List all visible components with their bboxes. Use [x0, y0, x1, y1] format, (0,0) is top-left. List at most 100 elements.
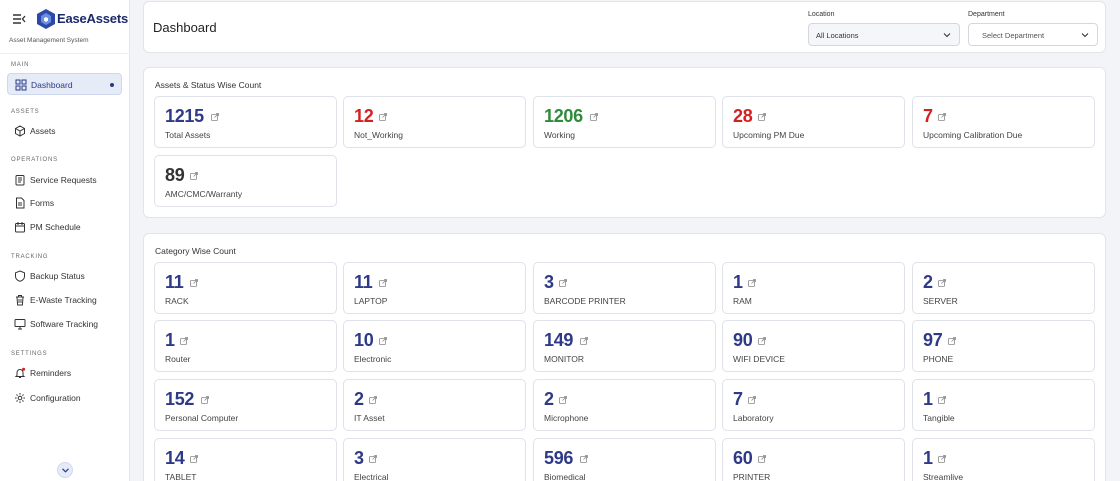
- grid-icon: [15, 79, 27, 91]
- external-link-icon[interactable]: [758, 455, 767, 463]
- external-link-icon[interactable]: [579, 337, 588, 345]
- sidebar-item-backup-status[interactable]: Backup Status: [7, 265, 122, 287]
- section-title-settings: SETTINGS: [11, 351, 48, 357]
- count-card-tangible[interactable]: 1 Tangible: [912, 379, 1095, 431]
- count-card-rack[interactable]: 11 RACK: [154, 262, 337, 314]
- sidebar-item-assets[interactable]: Assets: [7, 120, 122, 142]
- count-card-not-working[interactable]: 12 Not_Working: [343, 96, 526, 148]
- count-label: Microphone: [544, 413, 589, 423]
- external-link-icon[interactable]: [938, 279, 947, 287]
- sidebar-collapse-icon[interactable]: [12, 13, 26, 25]
- count-card-personal-computer[interactable]: 152 Personal Computer: [154, 379, 337, 431]
- cube-icon: [15, 125, 25, 137]
- count-card-upcoming-pm-due[interactable]: 28 Upcoming PM Due: [722, 96, 905, 148]
- count-card-upcoming-calibration-due[interactable]: 7 Upcoming Calibration Due: [912, 96, 1095, 148]
- count-value: 89: [165, 165, 185, 185]
- external-link-icon[interactable]: [210, 113, 219, 121]
- location-select[interactable]: All Locations: [808, 23, 960, 46]
- sidebar-item-software-tracking[interactable]: Software Tracking: [7, 313, 122, 335]
- external-link-icon[interactable]: [559, 279, 568, 287]
- count-card-ram[interactable]: 1 RAM: [722, 262, 905, 314]
- count-label: PHONE: [923, 354, 954, 364]
- sidebar-item-service-requests[interactable]: Service Requests: [7, 169, 122, 191]
- count-label: AMC/CMC/Warranty: [165, 189, 243, 199]
- count-value: 596: [544, 448, 574, 468]
- count-card-it-asset[interactable]: 2 IT Asset: [343, 379, 526, 431]
- count-value: 1206: [544, 106, 583, 126]
- count-card-printer[interactable]: 60 PRINTER: [722, 438, 905, 481]
- page-title: Dashboard: [153, 20, 217, 35]
- count-label: Not_Working: [354, 130, 403, 140]
- external-link-icon[interactable]: [200, 396, 209, 404]
- count-card-microphone[interactable]: 2 Microphone: [533, 379, 716, 431]
- count-value: 12: [354, 106, 374, 126]
- external-link-icon[interactable]: [948, 337, 957, 345]
- sidebar-item-reminders[interactable]: Reminders: [7, 362, 122, 384]
- external-link-icon[interactable]: [748, 396, 757, 404]
- count-card-wifi-device[interactable]: 90 WIFI DEVICE: [722, 320, 905, 372]
- count-card-server[interactable]: 2 SERVER: [912, 262, 1095, 314]
- sidebar-item-e-waste-tracking[interactable]: E-Waste Tracking: [7, 289, 122, 311]
- count-card-electronic[interactable]: 10 Electronic: [343, 320, 526, 372]
- external-link-icon[interactable]: [748, 279, 757, 287]
- count-card-tablet[interactable]: 14 TABLET: [154, 438, 337, 481]
- external-link-icon[interactable]: [379, 279, 388, 287]
- department-select-placeholder: Select Department: [982, 31, 1045, 40]
- count-label: Personal Computer: [165, 413, 239, 423]
- external-link-icon[interactable]: [369, 396, 378, 404]
- count-label: Electrical: [354, 472, 389, 481]
- count-label: RACK: [165, 296, 189, 306]
- external-link-icon[interactable]: [938, 396, 947, 404]
- count-card-barcode-printer[interactable]: 3 BARCODE PRINTER: [533, 262, 716, 314]
- external-link-icon[interactable]: [589, 113, 598, 121]
- external-link-icon[interactable]: [938, 455, 947, 463]
- chevron-down-icon: [1081, 33, 1089, 38]
- logo-icon: [37, 9, 55, 29]
- external-link-icon[interactable]: [579, 455, 588, 463]
- count-card-electrical[interactable]: 3 Electrical: [343, 438, 526, 481]
- count-label: Upcoming PM Due: [733, 130, 805, 140]
- count-card-monitor[interactable]: 149 MONITOR: [533, 320, 716, 372]
- external-link-icon[interactable]: [190, 279, 199, 287]
- count-card-total-assets[interactable]: 1215 Total Assets: [154, 96, 337, 148]
- status-count-panel: Assets & Status Wise Count 1215 Total Ass…: [143, 67, 1106, 218]
- count-value: 3: [354, 448, 364, 468]
- external-link-icon[interactable]: [758, 113, 767, 121]
- sidebar-item-pm-schedule[interactable]: PM Schedule: [7, 216, 122, 238]
- count-label: SERVER: [923, 296, 958, 306]
- count-card-working[interactable]: 1206 Working: [533, 96, 716, 148]
- external-link-icon[interactable]: [190, 455, 199, 463]
- sidebar-item-label: Reminders: [30, 368, 72, 378]
- count-value: 90: [733, 330, 753, 350]
- count-card-streamlive[interactable]: 1 Streamlive: [912, 438, 1095, 481]
- sidebar-item-configuration[interactable]: Configuration: [7, 387, 122, 409]
- count-label: Upcoming Calibration Due: [923, 130, 1023, 140]
- external-link-icon[interactable]: [559, 396, 568, 404]
- external-link-icon[interactable]: [180, 337, 189, 345]
- count-card-router[interactable]: 1 Router: [154, 320, 337, 372]
- sidebar-scroll-down-button[interactable]: [57, 462, 73, 478]
- count-value: 1: [733, 272, 743, 292]
- external-link-icon[interactable]: [938, 113, 947, 121]
- external-link-icon[interactable]: [190, 172, 199, 180]
- sidebar-item-dashboard[interactable]: Dashboard: [7, 73, 122, 95]
- count-value: 2: [544, 389, 554, 409]
- count-card-biomedical[interactable]: 596 Biomedical: [533, 438, 716, 481]
- sidebar-item-forms[interactable]: Forms: [7, 192, 122, 214]
- chevron-down-icon: [943, 33, 951, 38]
- department-label: Department: [968, 11, 1005, 18]
- sidebar-item-label: Software Tracking: [30, 319, 99, 329]
- count-label: Total Assets: [165, 130, 211, 140]
- count-value: 11: [354, 272, 373, 292]
- sidebar-item-label: Dashboard: [31, 80, 73, 90]
- count-card-laptop[interactable]: 11 LAPTOP: [343, 262, 526, 314]
- external-link-icon[interactable]: [379, 113, 388, 121]
- department-select[interactable]: Select Department: [968, 23, 1098, 46]
- external-link-icon[interactable]: [379, 337, 388, 345]
- count-card-laboratory[interactable]: 7 Laboratory: [722, 379, 905, 431]
- count-card-phone[interactable]: 97 PHONE: [912, 320, 1095, 372]
- external-link-icon[interactable]: [369, 455, 378, 463]
- count-value: 1215: [165, 106, 204, 126]
- external-link-icon[interactable]: [758, 337, 767, 345]
- count-card-amc-cmc-warranty[interactable]: 89 AMC/CMC/Warranty: [154, 155, 337, 207]
